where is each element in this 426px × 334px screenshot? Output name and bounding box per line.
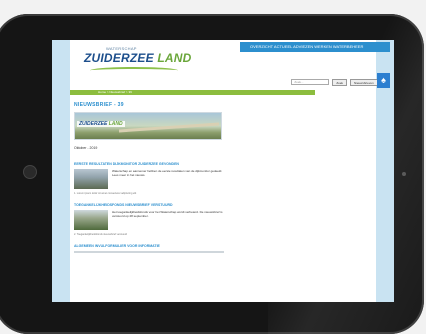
article-body: Het toegankelijkheidsfonds voor het Wate… <box>112 210 223 218</box>
webpage: WATERSCHAP ZUIDERZEE LAND OVERZICHT ACTU… <box>70 40 390 302</box>
article: EERSTE RESULTATEN DIJKMONITOR ZUIDERZEE … <box>74 162 224 195</box>
site-header: WATERSCHAP ZUIDERZEE LAND OVERZICHT ACTU… <box>70 40 390 80</box>
top-navigation[interactable]: OVERZICHT ACTUEEL ADVIEZEN WERKEN WATERB… <box>240 42 390 52</box>
sensor-dot <box>402 172 406 176</box>
page-title: NIEUWSBRIEF - 39 <box>74 102 124 108</box>
search-bar: Zoek... Zoek Nieuwsbrieven <box>291 77 388 87</box>
logo-swoosh <box>90 67 178 74</box>
text-placeholder <box>74 251 224 253</box>
main-content: NIEUWSBRIEF - 39 ZUIDERZEE LAND Oktober … <box>74 102 224 255</box>
article-caption: 2. Toegankelijkheidsfonds nieuwsbrief ve… <box>74 233 128 236</box>
edition-date: Oktober - 2019 <box>74 146 98 150</box>
article-image[interactable] <box>74 169 108 189</box>
article-image[interactable] <box>74 210 108 230</box>
article-title[interactable]: TOEGANKELIJKHEIDSFONDS NIEUWSBRIEF VERST… <box>74 203 224 207</box>
article: ALGEMEEN INVULFORMULIER VOOR INFORMATIE <box>74 244 224 253</box>
search-input[interactable]: Zoek... <box>291 79 330 85</box>
logo-wordmark: ZUIDERZEE LAND <box>84 51 192 65</box>
article-title[interactable]: EERSTE RESULTATEN DIJKMONITOR ZUIDERZEE … <box>74 162 224 166</box>
camera-icon <box>24 166 36 178</box>
article-caption: 1. Lorem ipsum dolor sit amet consectetu… <box>74 192 137 195</box>
article-title[interactable]: ALGEMEEN INVULFORMULIER VOOR INFORMATIE <box>74 244 224 248</box>
newsletter-banner: ZUIDERZEE LAND <box>74 112 222 140</box>
banner-logo: ZUIDERZEE LAND <box>77 121 125 127</box>
accessibility-icon[interactable]: ♠ <box>377 73 390 88</box>
banner-dike-image <box>119 122 219 133</box>
site-logo[interactable]: WATERSCHAP ZUIDERZEE LAND <box>84 46 194 76</box>
tablet-screen: WATERSCHAP ZUIDERZEE LAND OVERZICHT ACTU… <box>52 40 394 302</box>
breadcrumb[interactable]: Home > Nieuwsbrief > 39 <box>70 90 315 95</box>
article-body: Waterschap en aannemer hebben de eerste … <box>112 169 223 177</box>
article: TOEGANKELIJKHEIDSFONDS NIEUWSBRIEF VERST… <box>74 203 224 236</box>
search-button[interactable]: Zoek <box>332 78 347 86</box>
